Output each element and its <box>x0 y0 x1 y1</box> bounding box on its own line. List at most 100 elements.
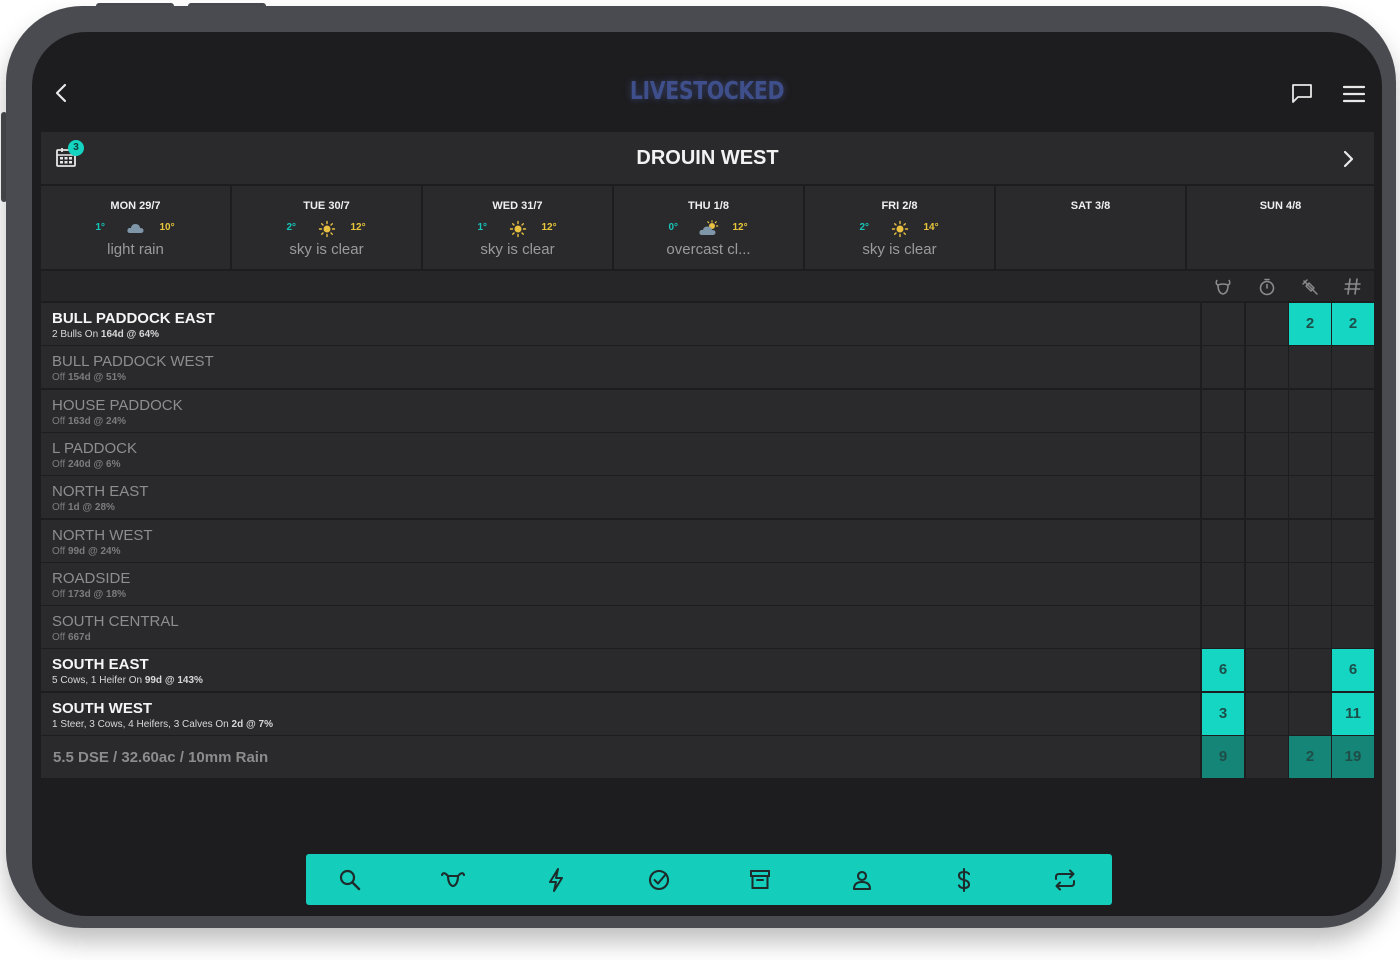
count-cell <box>1332 519 1374 562</box>
paddock-status: Off 154d @ 51% <box>52 372 126 383</box>
weather-description: sky is clear <box>862 241 937 258</box>
menu-button[interactable] <box>1342 84 1366 104</box>
top-bar: LIVESTOCKED <box>32 32 1382 128</box>
dollar-icon <box>957 867 971 893</box>
count-cell[interactable]: 2 <box>1332 303 1374 345</box>
column-header-row <box>41 271 1374 301</box>
paddock-row[interactable]: HOUSE PADDOCK Off 163d @ 24% <box>41 389 1374 432</box>
min-temp: 1° <box>477 222 488 233</box>
paddock-grazing-stats: 164d @ 64% <box>100 329 160 340</box>
paddock-status-text: Off <box>52 372 68 384</box>
count-cell <box>1332 346 1374 389</box>
paddock-status-text: 5 Cows, 1 Heifer On <box>52 675 145 687</box>
forecast-day[interactable]: SUN 4/8 <box>1187 186 1374 269</box>
paddock-row[interactable]: SOUTH CENTRAL Off 667d <box>41 606 1374 649</box>
forecast-day-label: THU 1/8 <box>688 200 729 212</box>
weather-description: sky is clear <box>289 241 364 258</box>
chat-icon <box>1292 84 1312 103</box>
chevron-left-icon <box>55 83 67 103</box>
count-cell <box>1289 649 1331 692</box>
profile-button[interactable] <box>848 866 876 894</box>
messages-button[interactable] <box>1290 82 1314 104</box>
forecast-day-label: FRI 2/8 <box>881 200 918 212</box>
forecast-day[interactable]: FRI 2/8 2° 14° sky is clear <box>805 186 994 269</box>
weather-row: 1° 10° <box>41 220 230 238</box>
sun-icon <box>316 220 338 238</box>
paddock-row[interactable]: ROADSIDE Off 173d @ 18% <box>41 562 1374 605</box>
count-cell <box>1246 389 1288 432</box>
livestock-button[interactable] <box>439 866 467 894</box>
count-cell <box>1246 649 1288 692</box>
paddock-grazing-stats: 240d @ 6% <box>67 458 121 470</box>
paddock-row[interactable]: L PADDOCK Off 240d @ 6% <box>41 432 1374 475</box>
paddock-row[interactable]: NORTH EAST Off 1d @ 28% <box>41 476 1374 519</box>
count-cell <box>1246 303 1288 345</box>
paddock-row[interactable]: SOUTH WEST 1 Steer, 3 Cows, 4 Heifers, 3 … <box>41 692 1374 735</box>
min-temp: 0° <box>668 222 679 233</box>
count-cell[interactable]: 6 <box>1202 649 1244 692</box>
check-circle-icon <box>648 869 670 891</box>
sync-button[interactable] <box>1051 866 1079 894</box>
paddock-status: Off 173d @ 18% <box>52 589 126 600</box>
count-cell <box>1246 736 1288 778</box>
count-cell[interactable]: 2 <box>1289 303 1331 345</box>
paddock-name: NORTH WEST <box>52 526 153 544</box>
max-temp: 14° <box>923 222 939 233</box>
paddock-grazing-stats: 99d @ 24% <box>67 545 121 557</box>
chevron-right-icon <box>1343 150 1354 168</box>
forecast-day-label: TUE 30/7 <box>303 200 350 212</box>
actions-button[interactable] <box>542 866 570 894</box>
search-icon <box>339 869 361 891</box>
paddock-status-text: 2 Bulls On <box>52 329 101 340</box>
count-cell <box>1246 519 1288 562</box>
count-cell[interactable]: 3 <box>1202 692 1244 735</box>
farm-header: 3 DROUIN WEST <box>41 132 1374 184</box>
min-temp: 1° <box>95 222 106 233</box>
forecast-day[interactable]: MON 29/7 1° 10° light rain <box>41 186 230 269</box>
count-cell[interactable]: 2 <box>1289 736 1331 778</box>
weather-row: 2° 14° <box>805 220 994 238</box>
weather-description: overcast cl... <box>666 241 751 258</box>
forecast-day-label: SUN 4/8 <box>1259 200 1302 212</box>
timer-icon <box>1256 276 1278 296</box>
search-button[interactable] <box>336 866 364 894</box>
count-cell[interactable]: 6 <box>1332 649 1374 692</box>
back-button[interactable] <box>50 80 74 106</box>
app-screen: LIVESTOCKED 3 DROUIN WEST MON 29/7 1° 10… <box>32 32 1382 916</box>
paddock-row[interactable]: BULL PADDOCK EAST 2 Bulls On 164d @ 64% 2 2 <box>41 303 1374 345</box>
count-cell[interactable]: 19 <box>1332 736 1374 778</box>
user-icon <box>852 870 872 891</box>
forecast-day[interactable]: THU 1/8 0° 12° overcast cl... <box>614 186 803 269</box>
paddock-row[interactable]: SOUTH EAST 5 Cows, 1 Heifer On 99d @ 143%… <box>41 649 1374 692</box>
tasks-button[interactable] <box>645 866 673 894</box>
tablet-frame: LIVESTOCKED 3 DROUIN WEST MON 29/7 1° 10… <box>6 6 1396 928</box>
count-cell <box>1289 389 1331 432</box>
count-cell[interactable]: 9 <box>1202 736 1244 778</box>
weather-description: light rain <box>107 241 164 258</box>
count-cell <box>1332 389 1374 432</box>
forecast-day[interactable]: TUE 30/7 2° 12° sky is clear <box>232 186 421 269</box>
count-cell <box>1289 476 1331 519</box>
paddock-grazing-stats: 99d @ 143% <box>144 675 203 687</box>
paddock-status: Off 1d @ 28% <box>52 502 115 513</box>
next-farm-button[interactable] <box>1339 148 1357 170</box>
paddock-status-text: Off <box>52 415 68 427</box>
count-cell <box>1246 346 1288 389</box>
paddock-row[interactable]: BULL PADDOCK WEST Off 154d @ 51% <box>41 346 1374 389</box>
count-cell <box>1202 389 1244 432</box>
paddock-name: BULL PADDOCK WEST <box>52 353 214 371</box>
finance-button[interactable] <box>950 866 978 894</box>
max-temp: 10° <box>159 222 175 233</box>
forecast-day[interactable]: SAT 3/8 <box>996 186 1185 269</box>
count-cell[interactable]: 11 <box>1332 692 1374 735</box>
paddock-row[interactable]: NORTH WEST Off 99d @ 24% <box>41 519 1374 562</box>
sun-icon <box>889 220 911 238</box>
records-button[interactable] <box>746 866 774 894</box>
paddock-grazing-stats: 173d @ 18% <box>67 588 127 600</box>
weather-row: 2° 12° <box>232 220 421 238</box>
cattle-icon <box>440 872 466 888</box>
forecast-day[interactable]: WED 31/7 1° 12° sky is clear <box>423 186 612 269</box>
lightning-icon <box>549 868 563 892</box>
min-temp: 2° <box>286 222 297 233</box>
paddock-status-text: 1 Steer, 3 Cows, 4 Heifers, 3 Calves On <box>52 718 232 730</box>
